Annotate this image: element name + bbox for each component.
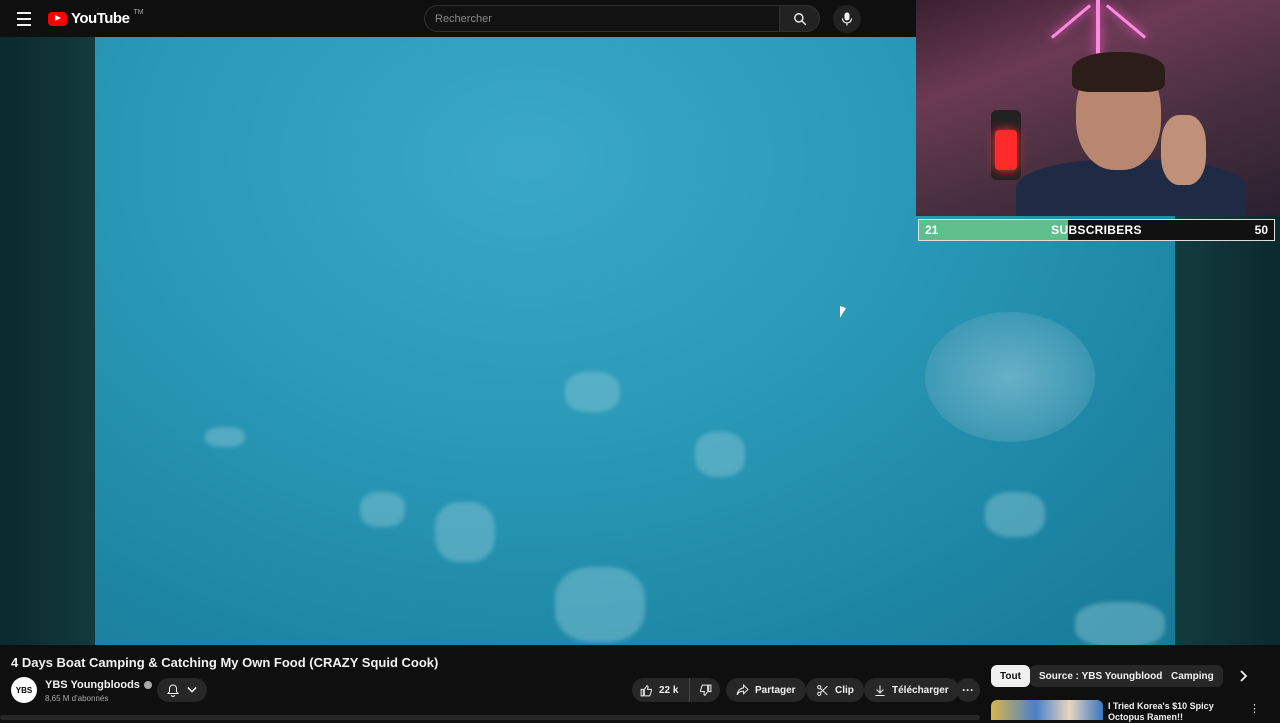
subscriber-goal-label: SUBSCRIBERS [1051, 223, 1142, 237]
clip-button[interactable]: Clip [806, 678, 864, 702]
microphone-icon [841, 12, 853, 26]
subscriber-goal: 50 [1254, 223, 1268, 237]
recommendation-menu-icon[interactable]: ⋮ [1249, 702, 1260, 715]
search-input[interactable] [424, 5, 781, 32]
video-title: 4 Days Boat Camping & Catching My Own Fo… [11, 655, 439, 670]
channel-name-row[interactable]: YBS Youngbloods [45, 679, 152, 691]
reef-rock [985, 492, 1045, 537]
search-bar [424, 5, 820, 32]
bell-icon [167, 683, 179, 697]
like-button[interactable]: 22 k [632, 678, 690, 702]
youtube-logo[interactable]: YouTube TM [48, 9, 144, 27]
video-info: 4 Days Boat Camping & Catching My Own Fo… [0, 645, 1280, 722]
logo-text: YouTube [71, 10, 130, 27]
reef-rock [565, 372, 620, 412]
top-bar: YouTube TM [0, 0, 916, 37]
chip-all[interactable]: Tout [991, 665, 1030, 687]
chip-camping[interactable]: Camping [1162, 665, 1223, 687]
notification-button[interactable] [157, 678, 207, 702]
more-actions-button[interactable]: ··· [956, 678, 980, 702]
channel-avatar[interactable]: YBS [11, 677, 37, 703]
reef-rock [360, 492, 405, 527]
logo-trademark: TM [133, 9, 144, 16]
download-label: Télécharger [892, 684, 949, 696]
fish-school [925, 312, 1095, 442]
scissors-icon [817, 684, 828, 696]
chip-source-channel[interactable]: Source : YBS Youngbloods [1030, 665, 1177, 687]
channel-name[interactable]: YBS Youngbloods [45, 679, 140, 691]
reef-rock [1075, 602, 1165, 645]
neon-light [1105, 4, 1147, 39]
search-button[interactable] [780, 5, 820, 32]
chevron-down-icon [187, 686, 197, 693]
reef-rock [205, 427, 245, 447]
like-dislike-group: 22 k [632, 678, 720, 702]
subscriber-count: 8,65 M d'abonnés [45, 694, 109, 703]
reef-rock [695, 432, 745, 477]
thumbs-up-icon [640, 684, 652, 696]
search-icon [793, 12, 806, 25]
share-icon [736, 684, 749, 696]
subscriber-current: 21 [925, 223, 939, 237]
clip-label: Clip [835, 684, 854, 696]
youtube-play-icon [48, 11, 67, 26]
webcam-overlay [916, 0, 1280, 216]
reef-rock [435, 502, 495, 562]
verified-icon [143, 681, 152, 689]
chips-next-button[interactable] [1234, 666, 1254, 686]
comments-divider [0, 715, 980, 720]
share-button[interactable]: Partager [726, 678, 806, 702]
share-label: Partager [755, 684, 796, 696]
streamer-hand [1161, 115, 1206, 185]
thumbs-down-icon [699, 684, 711, 696]
menu-icon[interactable] [12, 8, 36, 30]
streamer-hair [1072, 52, 1165, 92]
like-count: 22 k [659, 684, 679, 696]
neon-light [1050, 4, 1092, 39]
neon-light [1096, 0, 1100, 60]
subscriber-goal-bar: SUBSCRIBERS 21 50 [918, 219, 1275, 241]
recommendation-thumbnail[interactable] [991, 700, 1103, 720]
mouse-cursor [840, 305, 846, 321]
reef-rock [555, 567, 645, 642]
dislike-button[interactable] [690, 678, 720, 702]
voice-search-button[interactable] [833, 5, 861, 33]
download-icon [875, 685, 885, 696]
download-button[interactable]: Télécharger [864, 678, 959, 702]
chevron-right-icon [1240, 670, 1248, 682]
microphone-light [995, 130, 1017, 170]
